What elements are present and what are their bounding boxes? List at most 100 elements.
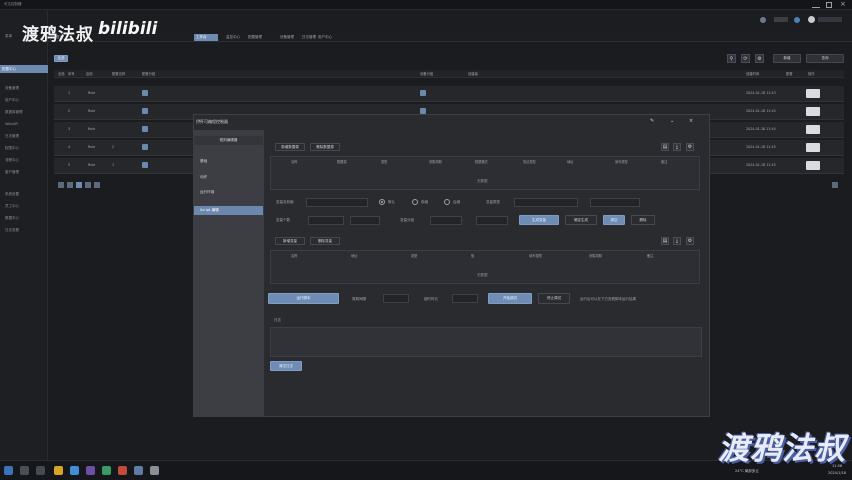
dialog-close-icon[interactable]: × [689,118,693,124]
sidebar-item-9[interactable]: 客户管理 [3,168,47,176]
confirm-generate-button[interactable]: 确定生成 [565,215,597,225]
add-variable-button[interactable]: 新增变量 [275,237,305,245]
generate-vars-button[interactable]: 生成变量 [519,215,559,225]
prefix-input[interactable] [306,198,368,207]
clear-button[interactable]: 清空 [603,215,625,225]
config-icon[interactable] [142,90,148,96]
sec2-view-icon[interactable]: ▤ [661,237,669,245]
theme-icon[interactable] [794,17,800,23]
delete-button[interactable]: 删除 [631,215,655,225]
search-icon[interactable] [20,466,29,475]
dialog-nav-3[interactable]: Script 编辑 [194,206,263,215]
group-input[interactable] [430,216,462,225]
add-datasource-button[interactable]: 新增数据源 [275,143,305,151]
add-button[interactable]: 新增 [773,54,801,63]
sidebar-item-5[interactable]: WebAPI [3,120,47,128]
weather-text[interactable]: 24°C 局部多云 [735,469,759,474]
config-button[interactable] [806,161,820,170]
sidebar-item-8[interactable]: 流程中心 [3,156,47,164]
table-top-button-primary[interactable]: 全选 [54,55,68,62]
dialog-nav-2[interactable]: 运行环境 [194,188,263,197]
sec1-settings-icon[interactable]: ⚙ [686,143,694,151]
pin-icon[interactable]: ✎ [650,118,654,124]
app-icon-4[interactable] [150,466,159,475]
sec2-settings-icon[interactable]: ⚙ [686,237,694,245]
sidebar-item-3[interactable]: 用户中心 [3,96,47,104]
config-button[interactable] [806,143,820,152]
run-script-button[interactable]: 运行脚本 [268,293,339,304]
user-name[interactable] [818,17,842,22]
tab-6[interactable]: 用户中心 [316,34,334,41]
config-icon[interactable] [142,126,148,132]
count-input[interactable] [308,216,344,225]
log-textarea[interactable] [270,327,702,357]
config-button[interactable] [806,89,820,98]
sec2-export-icon[interactable]: ⤓ [673,237,681,245]
config-icon[interactable] [142,144,148,150]
user-avatar[interactable] [808,16,815,23]
sidebar-item-10[interactable]: 系统设置 [3,190,47,198]
start-icon[interactable] [4,466,13,475]
prev-page-icon[interactable] [67,182,73,188]
config-icon[interactable] [142,162,148,168]
tab-1[interactable]: 工作台 [194,34,218,41]
refresh-icon[interactable]: ⟳ [741,54,750,63]
page-number[interactable] [76,182,82,188]
stop-debug-button[interactable]: 停止调试 [538,293,570,304]
sidebar-item-11[interactable]: 员工中心 [3,202,47,210]
sidebar-item-12[interactable]: 数据中心 [3,214,47,222]
sidebar-item-13[interactable]: 日志查看 [3,226,47,234]
sidebar-item-6[interactable]: 日志管理 [3,132,47,140]
search-button[interactable]: 查询 [806,54,844,63]
close-icon[interactable]: × [840,0,846,8]
radio-prefix[interactable] [412,199,418,205]
delete-datasource-button[interactable]: 删除数据源 [310,143,340,151]
tab-3[interactable]: 配置管理 [246,34,264,41]
last-page-icon[interactable] [94,182,100,188]
sec1-view-icon[interactable]: ▤ [661,143,669,151]
sec1-export-icon[interactable]: ⤓ [673,143,681,151]
settings-icon[interactable]: ⚙ [755,54,764,63]
table-row[interactable]: 1 Rule 2024-01-18 11:43 [54,86,844,102]
count-unit-input[interactable] [350,216,380,225]
scroll-indicator[interactable] [832,182,838,188]
ide-icon[interactable] [86,466,95,475]
config-button[interactable] [806,125,820,134]
explorer-icon[interactable] [54,466,63,475]
device-icon[interactable] [420,90,426,96]
clear-log-button[interactable]: 清空日志 [270,361,302,371]
th-select[interactable]: 全选 [58,71,65,76]
clock-date[interactable]: 2024/1/18 [828,471,846,475]
first-page-icon[interactable] [58,182,64,188]
timeout-input[interactable] [452,294,478,303]
var-type-select[interactable] [514,198,578,207]
browser-icon[interactable] [70,466,79,475]
dialog-nav-0[interactable]: 基础 [194,157,263,166]
sidebar-item-7[interactable]: 权限中心 [3,144,47,152]
start-debug-button[interactable]: 开始调试 [488,293,532,304]
delete-variable-button[interactable]: 删除变量 [310,237,340,245]
config-icon[interactable] [142,108,148,114]
tab-4[interactable]: 设备管理 [278,34,296,41]
notification-icon[interactable] [760,17,766,23]
tab-2[interactable]: 监控中心 [224,34,242,41]
sidebar-item-1[interactable]: 配置中心 [0,65,48,73]
app-icon-3[interactable] [134,466,143,475]
app-icon[interactable] [102,466,111,475]
filter-icon[interactable]: ⚲ [727,54,736,63]
interval-input[interactable] [383,294,409,303]
start-address-input[interactable] [476,216,508,225]
config-button[interactable] [806,107,820,116]
next-page-icon[interactable] [85,182,91,188]
collapse-icon[interactable]: ⌄ [670,118,674,124]
dialog-nav-1[interactable]: 动作 [194,173,263,182]
minimize-icon[interactable] [812,2,820,8]
language-icon[interactable] [774,17,788,22]
maximize-icon[interactable] [826,2,832,8]
taskview-icon[interactable] [36,466,45,475]
var-extra-input[interactable] [590,198,640,207]
sidebar-item-4[interactable]: 数据库管理 [3,108,47,116]
app-icon-2[interactable] [118,466,127,475]
radio-suffix[interactable] [444,199,450,205]
sidebar-item-2[interactable]: 设备管理 [3,84,47,92]
